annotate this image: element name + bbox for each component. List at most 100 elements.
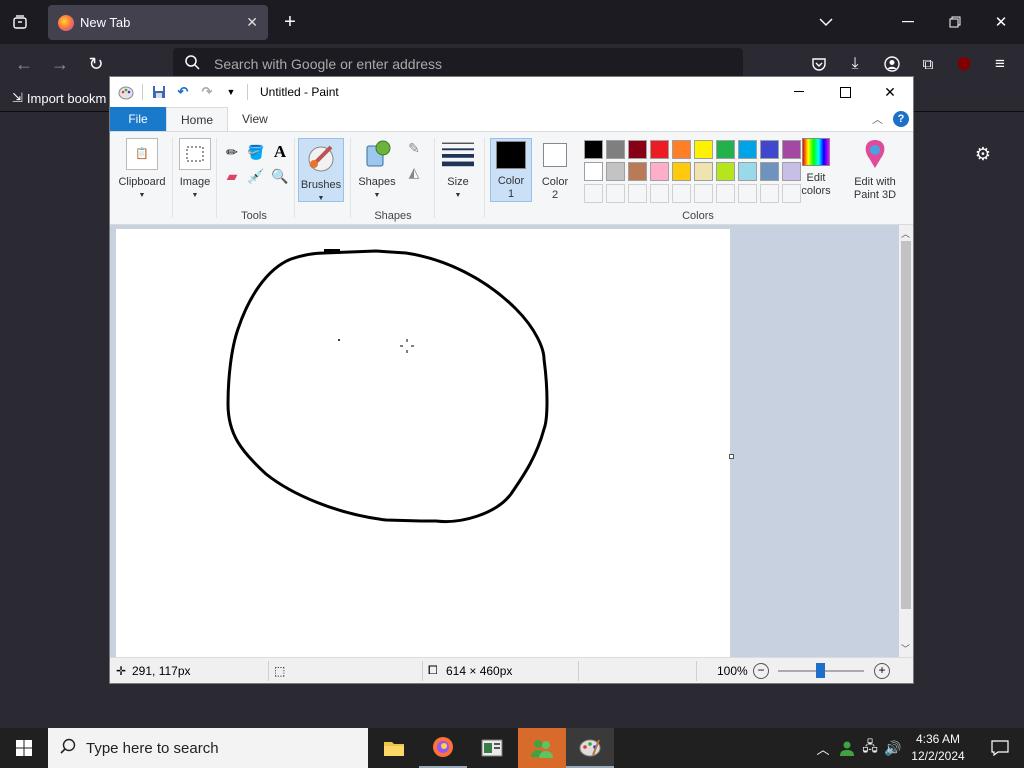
size-button[interactable]: Size ▼ xyxy=(438,138,478,202)
palette-swatch[interactable] xyxy=(672,140,691,159)
fill-bucket-icon[interactable]: 🪣 xyxy=(246,142,266,162)
home-tab[interactable]: Home xyxy=(166,107,229,131)
save-icon[interactable] xyxy=(151,84,167,100)
image-button[interactable]: Image ▼ xyxy=(176,138,214,202)
help-icon[interactable]: ? xyxy=(893,111,909,127)
custom-color-slot[interactable] xyxy=(650,184,669,203)
taskbar-firefox-icon[interactable] xyxy=(419,728,467,768)
brush-icon xyxy=(305,141,337,173)
windows-start-icon[interactable] xyxy=(0,728,48,768)
palette-swatch[interactable] xyxy=(760,140,779,159)
custom-color-slot[interactable] xyxy=(716,184,735,203)
tab-new-tab[interactable]: New Tab ✕ xyxy=(48,5,268,40)
palette-swatch[interactable] xyxy=(738,140,757,159)
taskbar-app-icon[interactable] xyxy=(468,728,516,768)
taskbar-search-box[interactable]: Type here to search xyxy=(48,728,368,768)
close-window-icon[interactable]: ✕ xyxy=(989,10,1013,34)
import-bookmarks-link[interactable]: ⇲ Import bookm xyxy=(12,90,106,106)
paint-maximize-icon[interactable] xyxy=(822,77,868,107)
paint-app-icon[interactable] xyxy=(118,84,134,100)
palette-swatch[interactable] xyxy=(584,162,603,181)
close-tab-icon[interactable]: ✕ xyxy=(246,14,258,31)
palette-swatch[interactable] xyxy=(716,162,735,181)
zoom-out-icon[interactable]: − xyxy=(753,662,769,679)
collapse-ribbon-icon[interactable]: ︿ xyxy=(872,111,883,127)
volume-icon[interactable]: 🔊 xyxy=(881,728,905,768)
palette-swatch[interactable] xyxy=(760,162,779,181)
palette-swatch[interactable] xyxy=(716,140,735,159)
custom-color-slot[interactable] xyxy=(584,184,603,203)
custom-color-slot[interactable] xyxy=(672,184,691,203)
scroll-up-icon[interactable]: ︿ xyxy=(901,227,910,240)
show-hidden-icons-icon[interactable]: ︿ xyxy=(810,728,836,768)
zoom-slider-thumb[interactable] xyxy=(816,663,825,678)
customize-qat-icon[interactable]: ▼ xyxy=(223,84,239,100)
custom-color-slot[interactable] xyxy=(694,184,713,203)
taskbar-people-app-icon[interactable] xyxy=(518,728,566,768)
brushes-button[interactable]: Brushes ▼ xyxy=(298,138,344,202)
file-explorer-icon[interactable] xyxy=(370,728,418,768)
canvas-resize-handle[interactable] xyxy=(729,454,734,459)
outline-icon[interactable]: ✎ xyxy=(404,138,424,158)
account-icon[interactable] xyxy=(880,52,904,76)
clock[interactable]: 4:36 AM 12/2/2024 xyxy=(905,731,971,765)
palette-swatch[interactable] xyxy=(650,162,669,181)
edit-colors-button[interactable]: Edit colors xyxy=(798,138,834,198)
clipboard-button[interactable]: 📋 Clipboard ▼ xyxy=(116,138,168,202)
file-menu-tab[interactable]: File xyxy=(110,107,166,131)
palette-swatch[interactable] xyxy=(738,162,757,181)
settings-gear-icon[interactable]: ⚙ xyxy=(971,142,995,166)
fill-icon[interactable]: ◭ xyxy=(404,162,424,182)
forward-icon[interactable]: → xyxy=(48,52,72,76)
reload-icon[interactable]: ↻ xyxy=(84,52,108,76)
palette-swatch[interactable] xyxy=(606,162,625,181)
palette-swatch[interactable] xyxy=(672,162,691,181)
zoom-in-icon[interactable]: + xyxy=(874,662,890,679)
magnifier-icon[interactable]: 🔍 xyxy=(270,166,290,186)
shapes-button[interactable]: Shapes ▼ xyxy=(354,138,400,202)
paint-close-icon[interactable]: ✕ xyxy=(867,77,913,107)
custom-color-slot[interactable] xyxy=(606,184,625,203)
palette-swatch[interactable] xyxy=(628,162,647,181)
palette-swatch[interactable] xyxy=(628,140,647,159)
palette-swatch[interactable] xyxy=(584,140,603,159)
custom-color-slot[interactable] xyxy=(760,184,779,203)
network-icon[interactable]: 🖧 xyxy=(859,728,881,768)
taskbar-paint-icon[interactable] xyxy=(566,728,614,768)
custom-color-slot[interactable] xyxy=(738,184,757,203)
palette-swatch[interactable] xyxy=(694,140,713,159)
pencil-icon[interactable]: ✏ xyxy=(222,142,242,162)
custom-color-slot[interactable] xyxy=(628,184,647,203)
text-tool-icon[interactable]: A xyxy=(270,142,290,162)
back-icon[interactable]: ← xyxy=(12,52,36,76)
color-picker-icon[interactable]: 💉 xyxy=(246,166,266,186)
scrollbar-thumb[interactable] xyxy=(901,241,911,609)
vertical-scrollbar[interactable]: ︿ ﹀ xyxy=(899,225,913,657)
tab-list-icon[interactable] xyxy=(8,10,32,34)
people-tray-icon[interactable] xyxy=(836,728,858,768)
view-tab[interactable]: View xyxy=(228,107,282,131)
new-tab-icon[interactable]: + xyxy=(278,10,302,34)
status-bar: ✛ 291, 117px ⬚ ⧠ 614 × 460px 100% − + xyxy=(110,657,913,683)
edit-with-paint3d-button[interactable]: Edit with Paint 3D xyxy=(848,138,902,202)
scroll-down-icon[interactable]: ﹀ xyxy=(901,642,910,655)
paint-minimize-icon[interactable] xyxy=(776,77,822,107)
palette-swatch[interactable] xyxy=(650,140,669,159)
palette-swatch[interactable] xyxy=(694,162,713,181)
list-all-tabs-icon[interactable] xyxy=(814,10,838,34)
redo-icon[interactable]: ↷ xyxy=(199,84,215,100)
restore-icon[interactable] xyxy=(943,10,967,34)
color1-button[interactable]: Color 1 xyxy=(490,138,532,202)
extensions-icon[interactable]: ⧉ xyxy=(916,52,940,76)
drawing-canvas[interactable] xyxy=(116,229,730,657)
menu-icon[interactable]: ≡ xyxy=(988,52,1012,76)
pocket-icon[interactable] xyxy=(807,52,831,76)
palette-swatch[interactable] xyxy=(606,140,625,159)
downloads-icon[interactable]: ⤓ xyxy=(843,52,867,76)
eraser-icon[interactable]: ▰ xyxy=(222,166,242,186)
color2-button[interactable]: Color 2 xyxy=(534,138,576,202)
minimize-icon[interactable] xyxy=(896,10,920,34)
ublock-icon[interactable] xyxy=(952,52,976,76)
notifications-icon[interactable] xyxy=(976,728,1024,768)
undo-icon[interactable]: ↶ xyxy=(175,84,191,100)
